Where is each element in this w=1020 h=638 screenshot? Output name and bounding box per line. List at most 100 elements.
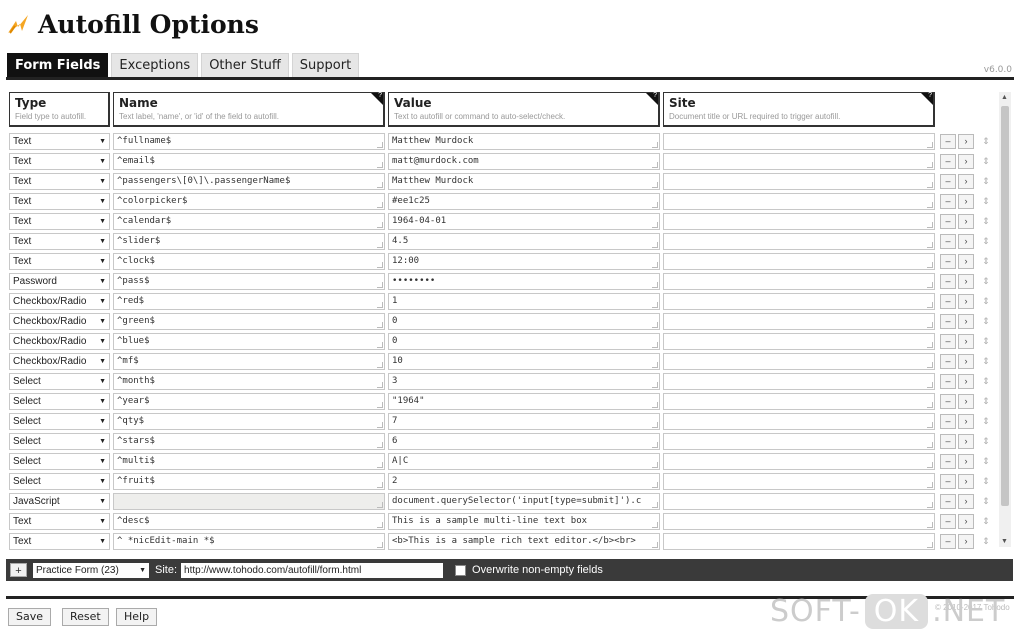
value-field[interactable]: 4.5 (388, 232, 660, 250)
site-url-input[interactable]: http://www.tohodo.com/autofill/form.html (181, 562, 444, 578)
reset-button[interactable]: Reset (62, 608, 109, 626)
drag-handle-icon[interactable]: ⇕ (982, 416, 990, 427)
value-field[interactable]: "1964" (388, 392, 660, 410)
type-select[interactable]: Select ▼ (9, 372, 110, 390)
name-field[interactable]: ^mf$ (113, 352, 385, 370)
type-select[interactable]: Select ▼ (9, 432, 110, 450)
site-field[interactable] (663, 152, 935, 170)
drag-handle-icon[interactable]: ⇕ (982, 296, 990, 307)
value-field[interactable]: 1 (388, 292, 660, 310)
name-field[interactable]: ^ *nicEdit-main *$ (113, 532, 385, 550)
row-menu-button[interactable]: › (958, 173, 974, 189)
site-field[interactable] (663, 512, 935, 530)
name-field[interactable]: ^qty$ (113, 412, 385, 430)
site-field[interactable] (663, 472, 935, 490)
site-field[interactable] (663, 432, 935, 450)
type-select[interactable]: Text ▼ (9, 192, 110, 210)
remove-row-button[interactable]: – (940, 173, 956, 189)
site-field[interactable] (663, 172, 935, 190)
value-field[interactable]: 12:00 (388, 252, 660, 270)
name-field[interactable] (113, 492, 385, 510)
row-menu-button[interactable]: › (958, 133, 974, 149)
row-menu-button[interactable]: › (958, 473, 974, 489)
tab-support[interactable]: Support (291, 53, 360, 78)
remove-row-button[interactable]: – (940, 413, 956, 429)
site-field[interactable] (663, 132, 935, 150)
site-field[interactable] (663, 492, 935, 510)
site-field[interactable] (663, 352, 935, 370)
drag-handle-icon[interactable]: ⇕ (982, 276, 990, 287)
row-menu-button[interactable]: › (958, 493, 974, 509)
type-select[interactable]: Checkbox/Radio ▼ (9, 352, 110, 370)
drag-handle-icon[interactable]: ⇕ (982, 196, 990, 207)
type-select[interactable]: Checkbox/Radio ▼ (9, 292, 110, 310)
drag-handle-icon[interactable]: ⇕ (982, 356, 990, 367)
row-menu-button[interactable]: › (958, 293, 974, 309)
vertical-scrollbar[interactable]: ▲ ▼ (999, 92, 1011, 547)
remove-row-button[interactable]: – (940, 373, 956, 389)
row-menu-button[interactable]: › (958, 453, 974, 469)
type-select[interactable]: Text ▼ (9, 212, 110, 230)
value-field[interactable]: 1964-04-01 (388, 212, 660, 230)
type-select[interactable]: Text ▼ (9, 232, 110, 250)
site-field[interactable] (663, 232, 935, 250)
value-field[interactable]: 3 (388, 372, 660, 390)
remove-row-button[interactable]: – (940, 333, 956, 349)
name-field[interactable]: ^month$ (113, 372, 385, 390)
remove-row-button[interactable]: – (940, 133, 956, 149)
site-field[interactable] (663, 532, 935, 550)
type-select[interactable]: Text ▼ (9, 512, 110, 530)
drag-handle-icon[interactable]: ⇕ (982, 496, 990, 507)
remove-row-button[interactable]: – (940, 293, 956, 309)
type-select[interactable]: Select ▼ (9, 472, 110, 490)
name-field[interactable]: ^email$ (113, 152, 385, 170)
type-select[interactable]: Password ▼ (9, 272, 110, 290)
value-field[interactable]: 7 (388, 412, 660, 430)
site-field[interactable] (663, 192, 935, 210)
name-field[interactable]: ^pass$ (113, 272, 385, 290)
tab-exceptions[interactable]: Exceptions (111, 53, 199, 78)
value-field[interactable]: Matthew Murdock (388, 172, 660, 190)
remove-row-button[interactable]: – (940, 453, 956, 469)
drag-handle-icon[interactable]: ⇕ (982, 176, 990, 187)
name-field[interactable]: ^year$ (113, 392, 385, 410)
drag-handle-icon[interactable]: ⇕ (982, 436, 990, 447)
drag-handle-icon[interactable]: ⇕ (982, 216, 990, 227)
name-field[interactable]: ^slider$ (113, 232, 385, 250)
value-field[interactable]: 2 (388, 472, 660, 490)
name-field[interactable]: ^passengers\[0\]\.passengerName$ (113, 172, 385, 190)
remove-row-button[interactable]: – (940, 273, 956, 289)
drag-handle-icon[interactable]: ⇕ (982, 476, 990, 487)
help-corner-icon[interactable]: ? (371, 92, 383, 105)
overwrite-checkbox[interactable] (455, 564, 467, 576)
value-field[interactable]: <b>This is a sample rich text editor.</b… (388, 532, 660, 550)
row-menu-button[interactable]: › (958, 273, 974, 289)
row-menu-button[interactable]: › (958, 313, 974, 329)
type-select[interactable]: Select ▼ (9, 452, 110, 470)
value-field[interactable]: A|C (388, 452, 660, 470)
save-button[interactable]: Save (8, 608, 52, 626)
type-select[interactable]: Text ▼ (9, 152, 110, 170)
row-menu-button[interactable]: › (958, 393, 974, 409)
scroll-up-icon[interactable]: ▲ (1001, 94, 1008, 101)
value-field[interactable]: 10 (388, 352, 660, 370)
row-menu-button[interactable]: › (958, 373, 974, 389)
row-menu-button[interactable]: › (958, 433, 974, 449)
drag-handle-icon[interactable]: ⇕ (982, 316, 990, 327)
drag-handle-icon[interactable]: ⇕ (982, 156, 990, 167)
type-select[interactable]: JavaScript ▼ (9, 492, 110, 510)
row-menu-button[interactable]: › (958, 353, 974, 369)
remove-row-button[interactable]: – (940, 393, 956, 409)
value-field[interactable]: This is a sample multi-line text box (388, 512, 660, 530)
help-corner-icon[interactable]: ? (921, 92, 933, 105)
type-select[interactable]: Text ▼ (9, 132, 110, 150)
name-field[interactable]: ^blue$ (113, 332, 385, 350)
site-field[interactable] (663, 452, 935, 470)
name-field[interactable]: ^clock$ (113, 252, 385, 270)
help-button[interactable]: Help (116, 608, 158, 626)
row-menu-button[interactable]: › (958, 413, 974, 429)
row-menu-button[interactable]: › (958, 193, 974, 209)
name-field[interactable]: ^desc$ (113, 512, 385, 530)
add-rule-button[interactable]: + (10, 563, 27, 577)
name-field[interactable]: ^calendar$ (113, 212, 385, 230)
